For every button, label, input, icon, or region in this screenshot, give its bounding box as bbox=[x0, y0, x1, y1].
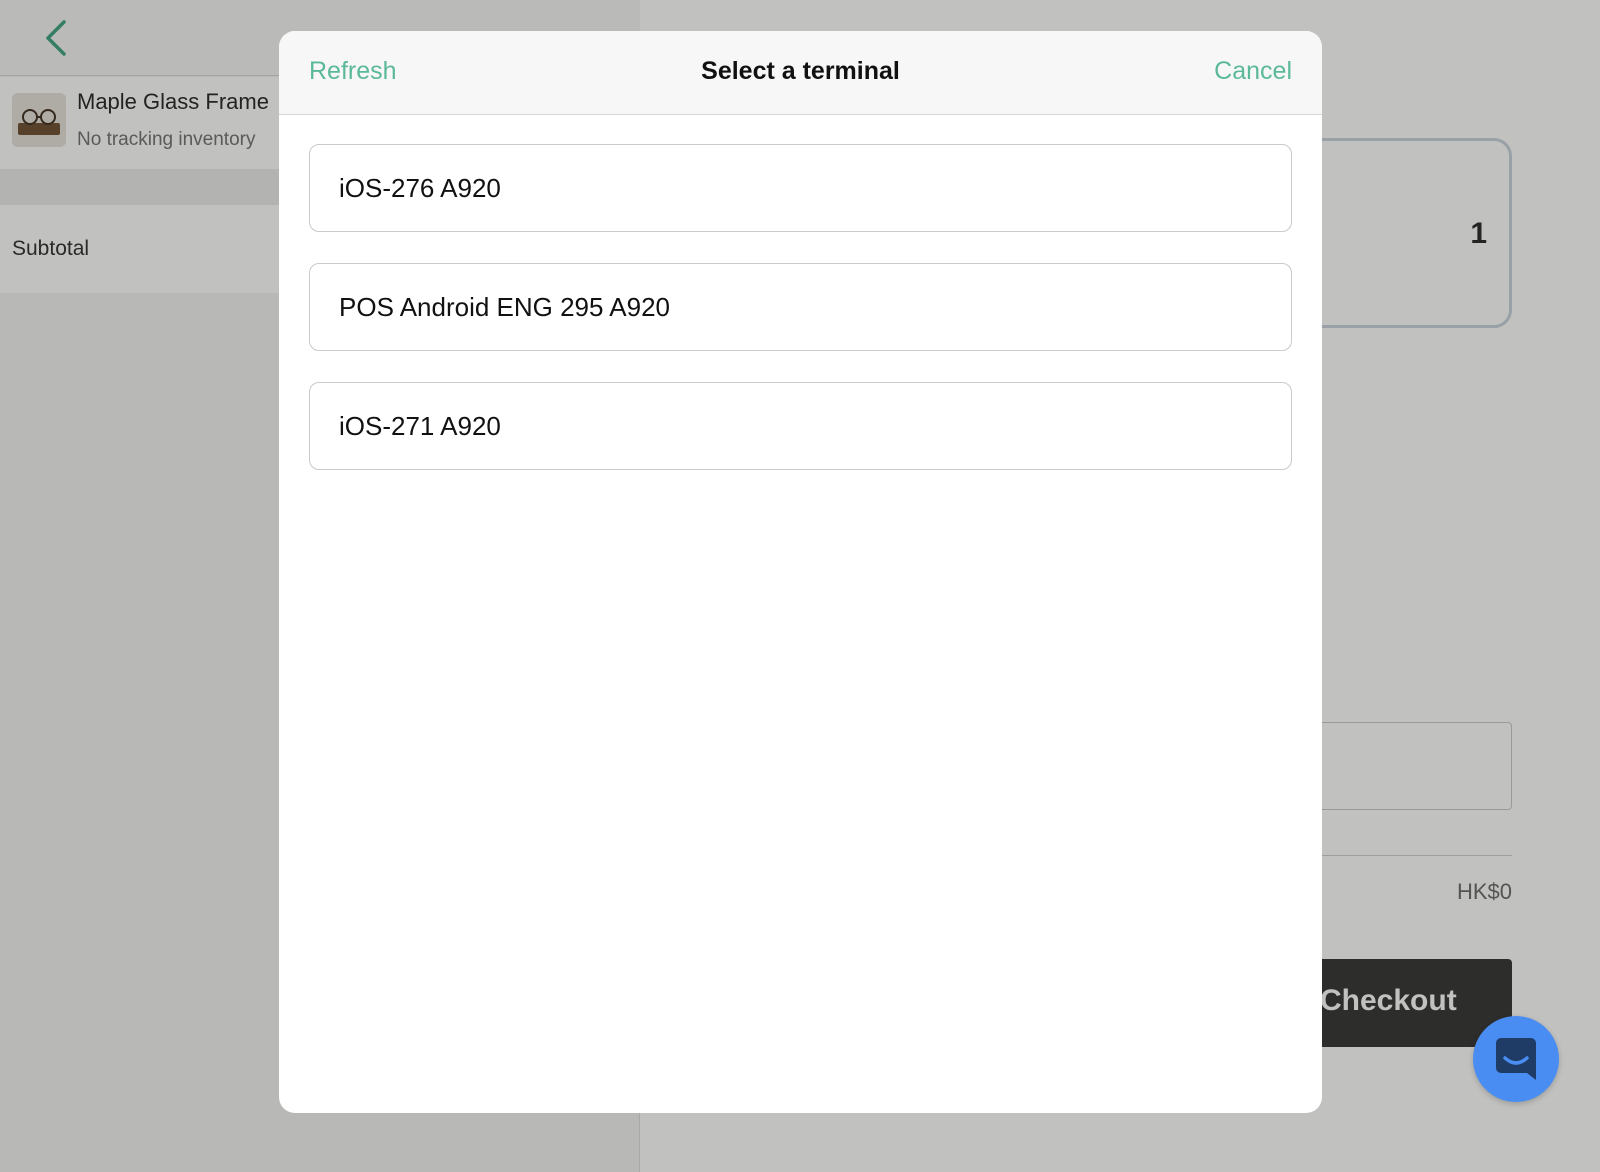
select-terminal-dialog: Refresh Select a terminal Cancel iOS-276… bbox=[279, 31, 1322, 1113]
terminal-name: POS Android ENG 295 A920 bbox=[339, 291, 670, 322]
cancel-button[interactable]: Cancel bbox=[1214, 57, 1292, 86]
terminal-name: iOS-276 A920 bbox=[339, 172, 501, 203]
dialog-title: Select a terminal bbox=[701, 57, 900, 85]
terminal-option[interactable]: iOS-271 A920 bbox=[309, 382, 1292, 470]
dialog-header: Refresh Select a terminal Cancel bbox=[279, 31, 1322, 115]
chat-bubble-icon bbox=[1496, 1038, 1536, 1080]
chat-button[interactable] bbox=[1473, 1016, 1559, 1102]
terminal-option[interactable]: POS Android ENG 295 A920 bbox=[309, 263, 1292, 351]
terminal-list: iOS-276 A920 POS Android ENG 295 A920 iO… bbox=[309, 144, 1292, 501]
app-root: Maple Glass Frame No tracking inventory … bbox=[0, 0, 1600, 1172]
terminal-name: iOS-271 A920 bbox=[339, 410, 501, 441]
terminal-option[interactable]: iOS-276 A920 bbox=[309, 144, 1292, 232]
